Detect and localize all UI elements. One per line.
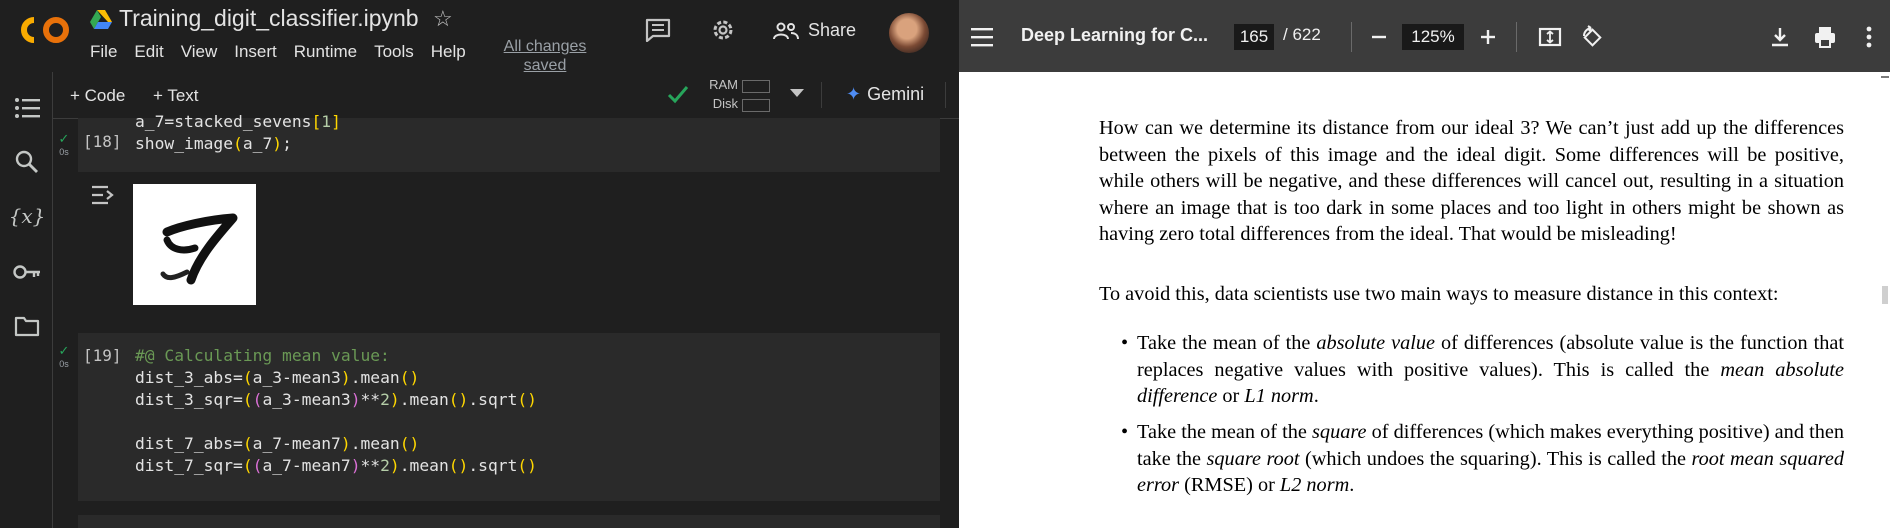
ram-label: RAM [709,77,738,92]
left-sidebar: {x} [0,72,53,528]
run-success-icon: ✓ [58,343,70,358]
menu-help[interactable]: Help [431,42,466,62]
execution-count[interactable]: [19] [83,346,122,365]
save-status-link[interactable]: All changes saved [495,37,595,75]
settings-gear-icon[interactable] [710,17,736,43]
run-status: ✓ 0s [57,343,71,369]
user-avatar[interactable] [889,13,929,53]
run-time: 0s [59,359,69,369]
code-line: dist_3_sqr=((a_3-mean3)**2).mean().sqrt(… [135,390,537,409]
rotate-icon[interactable] [1579,24,1605,50]
comments-icon[interactable] [645,18,671,42]
menu-edit[interactable]: Edit [134,42,163,62]
key-icon[interactable] [13,258,41,286]
print-icon[interactable] [1812,24,1838,50]
execution-count[interactable]: [18] [83,132,122,151]
body-paragraph: To avoid this, data scientists use two m… [1099,283,1779,305]
notebook-filename[interactable]: Training_digit_classifier.ipynb [119,5,419,32]
zoom-level-input[interactable]: 125% [1402,24,1464,50]
bullet-item: • Take the mean of the square of differe… [1099,419,1844,499]
menu-tools[interactable]: Tools [374,42,414,62]
fit-page-icon[interactable] [1537,24,1563,50]
code-editor[interactable]: #@ Calculating mean value: dist_3_abs=(a… [135,345,537,477]
menu-file[interactable]: File [90,42,117,62]
zoom-out-icon[interactable] [1366,24,1392,50]
run-time: 0s [59,147,69,157]
zoom-in-icon[interactable] [1475,24,1501,50]
bullet-text: Take the mean of the square of differenc… [1137,421,1844,496]
code-editor[interactable]: a_7=stacked_sevens[1] show_image(a_7); [135,111,341,155]
toolbar-divider [821,82,822,108]
bullet-item: • Take the mean of the absolute value of… [1099,330,1844,410]
colab-pane: Training_digit_classifier.ipynb ☆ File E… [0,0,959,528]
variables-icon[interactable]: {x} [9,202,46,230]
code-cell[interactable]: ✓ 0s [18] a_7=stacked_sevens[1] show_ima… [59,112,940,172]
pdf-viewer: Deep Learning for C... 165 / 622 125% Ho… [959,0,1890,528]
code-line: dist_7_sqr=((a_7-mean7)**2).mean().sqrt(… [135,456,537,475]
menu-runtime[interactable]: Runtime [294,42,357,62]
run-status: ✓ 0s [57,131,71,157]
disk-label: Disk [712,96,738,111]
output-digit-image [133,184,256,305]
share-label: Share [808,20,857,40]
toolbar-divider [1516,22,1517,52]
menu-hamburger-icon[interactable] [971,27,995,47]
resource-monitor[interactable]: RAM Disk [708,75,738,113]
ram-usage-bar [742,80,770,93]
code-line: show_image(a_7); [135,134,292,153]
pdf-page: How can we determine its distance from o… [1099,72,1859,528]
add-code-button[interactable]: + Code [70,86,125,106]
folder-icon[interactable] [13,312,41,340]
gemini-label: Gemini [867,84,925,104]
code-line: dist_7_abs=(a_7-mean7).mean() [135,434,420,453]
pdf-toolbar: Deep Learning for C... 165 / 622 125% [959,0,1890,72]
output-actions-icon[interactable] [90,184,116,206]
pdf-title: Deep Learning for C... [1021,25,1209,45]
share-button[interactable]: Share [773,20,856,41]
search-icon[interactable] [13,148,41,176]
colab-header: Training_digit_classifier.ipynb ☆ File E… [0,0,959,75]
code-comment: #@ Calculating mean value: [135,346,390,365]
page-number-input[interactable]: 165 [1234,24,1274,50]
body-paragraph: How can we determine its distance from o… [1099,117,1844,245]
bullet-dot: • [1121,332,1129,354]
code-cell[interactable] [78,515,940,528]
toolbar-divider [945,82,946,108]
download-icon[interactable] [1767,24,1793,50]
bullet-dot: • [1121,421,1129,443]
runtime-dropdown-icon[interactable] [790,89,804,97]
table-of-contents-icon[interactable] [13,94,41,122]
connected-check-icon [667,86,689,104]
menu-bar: File Edit View Insert Runtime Tools Help [90,42,483,62]
handwritten-seven-image [160,213,238,285]
code-line: dist_3_abs=(a_3-mean3).mean() [135,368,420,387]
bullet-text: Take the mean of the absolute value of d… [1137,332,1844,407]
google-drive-icon[interactable] [90,9,112,29]
run-success-icon: ✓ [58,131,70,146]
add-text-button[interactable]: + Text [153,86,199,106]
scrollbar-thumb[interactable] [1882,286,1888,304]
code-cell[interactable]: ✓ 0s [19] #@ Calculating mean value: dis… [59,333,940,501]
gemini-sparkle-icon: ✦ [846,84,862,104]
gemini-button[interactable]: ✦ Gemini [846,84,924,105]
scrollbar-arrow[interactable] [1881,76,1889,86]
colab-logo[interactable] [16,14,72,46]
menu-insert[interactable]: Insert [234,42,277,62]
disk-usage-bar [742,99,770,112]
star-icon[interactable]: ☆ [433,6,453,32]
toolbar-divider [1351,22,1352,52]
people-icon [773,22,799,39]
more-options-icon[interactable] [1856,24,1882,50]
code-line: a_7=stacked_sevens[1] [135,112,341,131]
page-total: / 622 [1283,25,1321,44]
menu-view[interactable]: View [181,42,218,62]
